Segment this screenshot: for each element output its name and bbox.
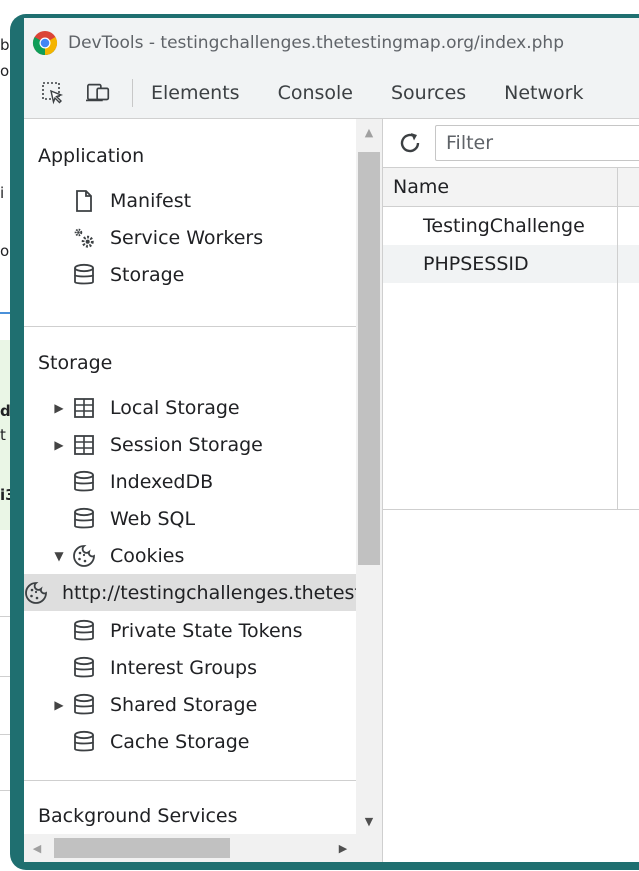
scroll-down-arrow-icon[interactable]: ▼: [356, 810, 382, 832]
scrollbar-thumb[interactable]: [358, 152, 380, 565]
scroll-left-arrow-icon[interactable]: ◀: [26, 834, 48, 862]
sidebar-item-cache-storage[interactable]: Cache Storage: [24, 723, 364, 760]
tab-elements[interactable]: Elements: [151, 82, 240, 104]
inspect-element-icon[interactable]: [40, 80, 66, 106]
tab-sources[interactable]: Sources: [391, 82, 466, 104]
sidebar-item-label: IndexedDB: [110, 470, 214, 493]
scrollbar-thumb[interactable]: [54, 838, 230, 858]
window-title: DevTools - testingchallenges.thetestingm…: [68, 33, 564, 53]
cookies-pane: Name TestingChallenge PHPSESSID: [383, 119, 639, 862]
grid-icon: [72, 396, 96, 420]
sidebar-item-manifest[interactable]: Manifest: [24, 182, 364, 219]
section-divider: [24, 780, 364, 781]
sidebar-item-shared-storage[interactable]: ▶ Shared Storage: [24, 686, 364, 723]
database-icon: [72, 263, 96, 287]
sidebar-item-web-sql[interactable]: Web SQL: [24, 500, 364, 537]
scrollbar-corner: [356, 834, 382, 862]
application-sidebar: Application Manifest Service Workers Sto…: [24, 119, 383, 862]
sidebar-horizontal-scrollbar[interactable]: ◀ ▶: [24, 834, 356, 862]
column-divider: [617, 206, 618, 509]
devtools-body: DevTools - testingchallenges.thetestingm…: [24, 18, 639, 862]
title-bar[interactable]: DevTools - testingchallenges.thetestingm…: [24, 18, 639, 68]
scroll-right-arrow-icon[interactable]: ▶: [332, 834, 354, 862]
gears-icon: [72, 226, 96, 250]
sidebar-item-cookie-origin[interactable]: http://testingchallenges.thetestingmap.o…: [24, 574, 382, 611]
sidebar-item-cookies[interactable]: ▼ Cookies: [24, 537, 364, 574]
toolbar-divider: [132, 79, 133, 107]
column-header-name[interactable]: Name: [383, 168, 618, 206]
refresh-icon[interactable]: [397, 129, 423, 157]
document-icon: [72, 189, 96, 213]
database-icon: [72, 730, 96, 754]
section-title-background-services: Background Services: [38, 805, 238, 827]
devtools-tab-bar: Elements Console Sources Network: [24, 68, 639, 119]
chrome-logo-icon: [32, 31, 58, 56]
database-icon: [72, 619, 96, 643]
sidebar-item-local-storage[interactable]: ▶ Local Storage: [24, 389, 364, 426]
sidebar-vertical-scrollbar[interactable]: ▲ ▼: [356, 119, 382, 834]
sidebar-item-session-storage[interactable]: ▶ Session Storage: [24, 426, 364, 463]
sidebar-item-label: Service Workers: [110, 226, 264, 249]
sidebar-item-label: Storage: [110, 263, 185, 286]
sidebar-item-label: Manifest: [110, 189, 192, 212]
cookie-name-cell: TestingChallenge: [383, 207, 618, 245]
cookie-name-cell: PHPSESSID: [383, 245, 618, 283]
database-icon: [72, 507, 96, 531]
sidebar-item-label: http://testingchallenges.thetestingmap.o…: [62, 581, 382, 604]
sidebar-item-label: Private State Tokens: [110, 619, 303, 642]
sidebar-item-label: Interest Groups: [110, 656, 257, 679]
sidebar-item-indexeddb[interactable]: IndexedDB: [24, 463, 364, 500]
cookies-table: Name TestingChallenge PHPSESSID: [383, 168, 639, 510]
cookie-icon: [24, 581, 48, 605]
expand-arrow-icon[interactable]: ▶: [52, 698, 66, 712]
expand-arrow-icon[interactable]: ▶: [52, 401, 66, 415]
sidebar-item-private-state-tokens[interactable]: Private State Tokens: [24, 612, 364, 649]
cookies-toolbar: [383, 119, 639, 168]
table-row[interactable]: TestingChallenge: [383, 207, 639, 245]
sidebar-item-interest-groups[interactable]: Interest Groups: [24, 649, 364, 686]
section-divider: [24, 326, 364, 327]
sidebar-item-label: Session Storage: [110, 433, 263, 456]
device-toolbar-icon[interactable]: [86, 80, 112, 106]
table-row[interactable]: PHPSESSID: [383, 245, 639, 283]
section-title-storage: Storage: [38, 352, 113, 374]
sidebar-item-label: Cache Storage: [110, 730, 250, 753]
cookie-icon: [72, 544, 96, 568]
collapse-arrow-icon[interactable]: ▼: [52, 549, 66, 563]
grid-icon: [72, 433, 96, 457]
expand-arrow-icon[interactable]: ▶: [52, 438, 66, 452]
filter-input[interactable]: [435, 125, 639, 161]
tab-console[interactable]: Console: [278, 82, 353, 104]
database-icon: [72, 693, 96, 717]
devtools-window: DevTools - testingchallenges.thetestingm…: [10, 14, 639, 870]
sidebar-item-label: Web SQL: [110, 507, 196, 530]
tab-network[interactable]: Network: [504, 82, 583, 104]
section-title-application: Application: [38, 145, 145, 167]
sidebar-item-label: Local Storage: [110, 396, 240, 419]
scroll-up-arrow-icon[interactable]: ▲: [356, 121, 382, 143]
sidebar-item-service-workers[interactable]: Service Workers: [24, 219, 364, 256]
sidebar-item-label: Shared Storage: [110, 693, 258, 716]
database-icon: [72, 656, 96, 680]
table-header: Name: [383, 168, 639, 207]
sidebar-item-storage[interactable]: Storage: [24, 256, 364, 293]
sidebar-item-label: Cookies: [110, 544, 185, 567]
database-icon: [72, 470, 96, 494]
